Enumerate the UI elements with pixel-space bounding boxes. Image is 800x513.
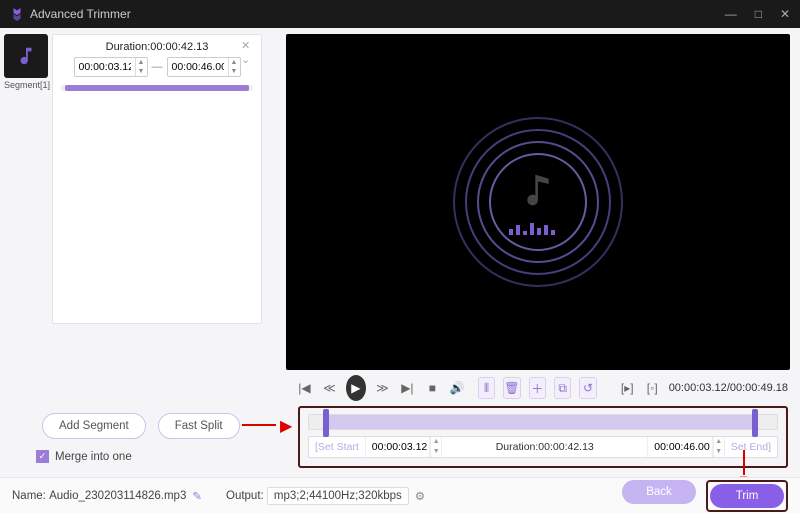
segment-start-spinner[interactable]: ▲▼ <box>74 57 148 77</box>
end-time-stepper[interactable]: ▲▼ <box>713 437 725 457</box>
window-title: Advanced Trimmer <box>30 7 131 21</box>
fast-split-button[interactable]: Fast Split <box>158 413 240 439</box>
name-value: Audio_230203114826.mp3 <box>49 490 186 502</box>
set-start-button[interactable]: [ Set Start <box>309 437 366 457</box>
music-note-icon <box>521 172 555 212</box>
segment-panel: ✕ ⌄ Duration:00:00:42.13 ▲▼ — ▲▼ <box>52 34 262 324</box>
bottom-bar: Name: Audio_230203114826.mp3 ✎ Output: m… <box>0 477 800 513</box>
back-button[interactable]: Back <box>622 480 696 504</box>
spinner-down-icon[interactable]: ▼ <box>229 67 240 76</box>
add-button[interactable]: ＋ <box>529 377 546 399</box>
edit-name-icon[interactable]: ✎ <box>192 489 202 503</box>
spinner-up-icon[interactable]: ▲ <box>136 58 147 67</box>
output-label: Output: <box>226 490 264 502</box>
trim-button[interactable]: Trim <box>710 484 784 508</box>
equalizer-icon <box>509 223 555 235</box>
minimize-button[interactable]: — <box>725 7 737 21</box>
start-time-cell: 00:00:03.12 <box>366 437 430 457</box>
annotation-arrow: ▶ <box>280 416 292 436</box>
volume-button[interactable]: 🔊 <box>449 377 466 399</box>
segment-thumbnail[interactable] <box>4 34 48 78</box>
timecode-display: 00:00:03.12/00:00:49.18 <box>669 382 788 394</box>
set-end-button[interactable]: Set End ] <box>725 437 777 457</box>
segment-duration-label: Duration:00:00:42.13 <box>61 41 253 53</box>
segment-end-input[interactable] <box>168 61 228 73</box>
range-dash: — <box>152 61 163 73</box>
undo-button[interactable]: ↺ <box>579 377 596 399</box>
preview-area <box>286 34 790 370</box>
copy-button[interactable]: ⧉ <box>554 377 571 399</box>
name-label: Name: <box>12 490 46 502</box>
title-bar: Advanced Trimmer — □ ✕ <box>0 0 800 28</box>
timeline-end-handle[interactable] <box>752 409 758 437</box>
segment-end-spinner[interactable]: ▲▼ <box>167 57 241 77</box>
timeline-region: [ Set Start 00:00:03.12 ▲▼ Duration:00:0… <box>298 406 788 468</box>
bracket-in-button[interactable]: [▸] <box>619 377 636 399</box>
goto-end-button[interactable]: ▶| <box>399 377 416 399</box>
stop-button[interactable]: ■ <box>424 377 441 399</box>
maximize-button[interactable]: □ <box>755 7 762 21</box>
output-value: mp3;2;44100Hz;320kbps <box>267 487 409 505</box>
playback-toolbar: |◀ ≪ ▶ ≫ ▶| ■ 🔊 ⦀ 🗑 ＋ ⧉ ↺ [▸] [◦] 00:00:… <box>284 370 800 406</box>
start-time-stepper[interactable]: ▲▼ <box>430 437 442 457</box>
merge-checkbox[interactable]: ✓ <box>36 450 49 463</box>
segment-close-icon[interactable]: ✕ <box>241 39 255 52</box>
timeline-selection <box>323 415 758 429</box>
close-button[interactable]: ✕ <box>780 7 790 21</box>
step-forward-button[interactable]: ≫ <box>374 377 391 399</box>
set-range-row: [ Set Start 00:00:03.12 ▲▼ Duration:00:0… <box>308 436 778 458</box>
spinner-up-icon[interactable]: ▲ <box>229 58 240 67</box>
trim-highlight-box: Trim <box>706 480 788 512</box>
end-time-cell: 00:00:46.00 <box>648 437 712 457</box>
goto-start-button[interactable]: |◀ <box>296 377 313 399</box>
duration-cell: Duration:00:00:42.13 <box>442 437 648 457</box>
timeline-track[interactable] <box>308 414 778 430</box>
audio-disc-graphic <box>453 117 623 287</box>
add-segment-button[interactable]: Add Segment <box>42 413 146 439</box>
segment-mini-track[interactable] <box>61 85 253 91</box>
segment-collapse-icon[interactable]: ⌄ <box>241 53 255 66</box>
split-button[interactable]: ⦀ <box>478 377 495 399</box>
play-button[interactable]: ▶ <box>346 375 366 401</box>
delete-button[interactable]: 🗑 <box>503 377 520 399</box>
bracket-out-button[interactable]: [◦] <box>644 377 661 399</box>
merge-label: Merge into one <box>55 451 132 463</box>
segment-start-input[interactable] <box>75 61 135 73</box>
app-logo-icon <box>10 7 24 21</box>
step-back-button[interactable]: ≪ <box>321 377 338 399</box>
segment-label: Segment[1] <box>4 80 48 90</box>
merge-row: ✓ Merge into one <box>36 450 132 463</box>
spinner-down-icon[interactable]: ▼ <box>136 67 147 76</box>
timeline-start-handle[interactable] <box>323 409 329 437</box>
output-settings-icon[interactable]: ⚙ <box>415 489 425 503</box>
